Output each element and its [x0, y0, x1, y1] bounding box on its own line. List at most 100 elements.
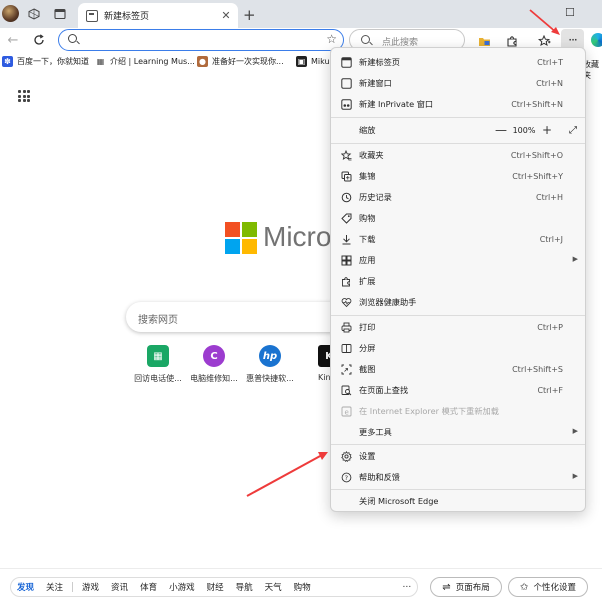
site-icon: ▣	[296, 56, 307, 67]
menu-label: 打印	[359, 322, 376, 332]
page-search-input[interactable]: 搜索网页	[126, 302, 346, 332]
heart-pulse-icon	[340, 296, 352, 308]
favorite-item[interactable]: ● 准备好一次实现你...	[197, 56, 284, 67]
quick-link-label: 回访电话使...	[134, 374, 182, 383]
menu-item-split-screen[interactable]: 分屏	[331, 338, 587, 358]
menu-item-shopping[interactable]: 购物	[331, 208, 587, 228]
add-favorite-star-icon[interactable]: ☆	[326, 32, 337, 46]
menu-item-favorites[interactable]: 收藏夹 Ctrl+Shift+O	[331, 145, 587, 165]
gear-icon	[340, 450, 352, 462]
menu-label: 在页面上查找	[359, 385, 409, 395]
site-icon: ●	[197, 56, 208, 67]
microsoft-wordmark: Micro	[263, 221, 332, 252]
collections-icon	[340, 170, 352, 182]
back-arrow-icon[interactable]: ←	[5, 32, 21, 48]
menu-item-close-edge[interactable]: 关闭 Microsoft Edge	[331, 491, 587, 511]
menu-item-apps[interactable]: 应用 ▶	[331, 250, 587, 270]
menu-item-zoom: 缩放 — 100% + ⤢	[331, 120, 587, 140]
menu-item-screenshot[interactable]: 截图 Ctrl+Shift+S	[331, 359, 587, 379]
feed-tab[interactable]: 小游戏	[163, 581, 201, 593]
feed-tab[interactable]: 资讯	[105, 581, 134, 593]
edge-copilot-icon[interactable]	[591, 33, 602, 47]
submenu-chevron-icon: ▶	[572, 255, 578, 263]
tab-new-tab[interactable]: 新建标签页 ✕	[78, 3, 238, 28]
screenshot-icon	[340, 363, 352, 375]
search-icon	[361, 35, 370, 44]
menu-shortcut: Ctrl+Shift+S	[512, 364, 563, 374]
menu-shortcut: Ctrl+Shift+Y	[512, 171, 563, 181]
menu-item-new-inprivate[interactable]: 新建 InPrivate 窗口 Ctrl+Shift+N	[331, 94, 587, 114]
apps-launcher-icon[interactable]	[18, 90, 30, 102]
feed-tab[interactable]: 关注	[40, 581, 69, 593]
menu-label: 浏览器健康助手	[359, 297, 417, 307]
favorite-item[interactable]: ✽ 百度一下，你就知道	[2, 56, 89, 67]
tab-title: 新建标签页	[104, 12, 150, 22]
menu-shortcut: Ctrl+Shift+N	[511, 99, 563, 109]
svg-text:?: ?	[344, 474, 347, 482]
search-icon	[68, 34, 77, 43]
feed-tab[interactable]: 购物	[288, 581, 317, 593]
feed-tab[interactable]: 导航	[230, 581, 259, 593]
fullscreen-icon[interactable]: ⤢	[555, 125, 577, 136]
folder-icon: ▦	[95, 56, 106, 67]
quick-link[interactable]: C 电脑维修知...	[189, 345, 239, 384]
feed-tab[interactable]: 发现	[11, 581, 40, 593]
menu-item-settings[interactable]: 设置	[331, 446, 587, 466]
settings-and-more-menu: 新建标签页 Ctrl+T 新建窗口 Ctrl+N 新建 InPrivate 窗口…	[330, 47, 586, 512]
quick-link-label: Kin	[318, 373, 331, 382]
personalize-button[interactable]: ✩ 个性化设置	[508, 577, 588, 597]
menu-item-ie-mode: e 在 Internet Explorer 模式下重新加载	[331, 401, 587, 421]
menu-shortcut: Ctrl+J	[539, 234, 563, 244]
personalize-label: 个性化设置	[533, 583, 576, 593]
tab-actions-icon[interactable]	[52, 6, 68, 22]
menu-item-more-tools[interactable]: 更多工具 ▶	[331, 422, 587, 442]
page-layout-button[interactable]: ⇌ 页面布局	[430, 577, 502, 597]
more-feed-tabs-icon[interactable]: ⋯	[397, 582, 418, 592]
menu-label: 收藏夹	[359, 150, 384, 160]
quick-link[interactable]: ▦ 回访电话使...	[133, 345, 183, 384]
sliders-icon: ⇌	[442, 581, 451, 593]
workspaces-icon[interactable]	[26, 6, 42, 22]
refresh-icon[interactable]	[31, 32, 47, 48]
close-tab-icon[interactable]: ✕	[218, 9, 234, 22]
menu-item-downloads[interactable]: 下载 Ctrl+J	[331, 229, 587, 249]
zoom-out-button[interactable]: —	[493, 123, 509, 137]
menu-item-collections[interactable]: 集锦 Ctrl+Shift+Y	[331, 166, 587, 186]
favorite-item[interactable]: ▦ 介绍 | Learning Mus...	[95, 56, 195, 67]
extensions-icon	[340, 275, 352, 287]
feed-tab[interactable]: 天气	[259, 581, 288, 593]
address-bar[interactable]: ☆	[58, 29, 344, 51]
menu-item-new-tab[interactable]: 新建标签页 Ctrl+T	[331, 52, 587, 72]
zoom-in-button[interactable]: +	[539, 123, 555, 137]
menu-item-browser-health[interactable]: 浏览器健康助手	[331, 292, 587, 312]
menu-item-extensions[interactable]: 扩展	[331, 271, 587, 291]
zoom-level: 100%	[512, 125, 536, 135]
ie-mode-icon: e	[340, 405, 352, 417]
menu-item-history[interactable]: 历史记录 Ctrl+H	[331, 187, 587, 207]
menu-shortcut: Ctrl+Shift+O	[510, 150, 563, 160]
favorite-label: 百度一下，你就知道	[17, 57, 89, 66]
hp-icon: hp	[259, 345, 281, 367]
quick-link[interactable]: K Kin	[301, 345, 340, 382]
feed-tab[interactable]: 体育	[134, 581, 163, 593]
feed-tab[interactable]: 游戏	[76, 581, 105, 593]
menu-separator	[331, 315, 585, 316]
menu-item-find-on-page[interactable]: 在页面上查找 Ctrl+F	[331, 380, 587, 400]
menu-item-print[interactable]: 打印 Ctrl+P	[331, 317, 587, 337]
feed-tab[interactable]: 财经	[201, 581, 230, 593]
inprivate-icon	[340, 98, 352, 110]
new-tab-button[interactable]: +	[243, 6, 256, 24]
submenu-chevron-icon: ▶	[572, 472, 578, 480]
menu-label: 分屏	[359, 343, 376, 353]
favorite-item[interactable]: ▣ Miku	[296, 56, 330, 67]
feed-tab-separator	[72, 582, 74, 592]
profile-avatar[interactable]	[2, 5, 19, 22]
menu-item-new-window[interactable]: 新建窗口 Ctrl+N	[331, 73, 587, 93]
menu-label: 新建标签页	[359, 57, 400, 67]
menu-item-help-feedback[interactable]: ? 帮助和反馈 ▶	[331, 467, 587, 487]
menu-label: 截图	[359, 364, 376, 374]
restore-window-button[interactable]: ☐	[565, 6, 575, 19]
quick-link[interactable]: hp 惠普快捷软...	[245, 345, 295, 384]
favorites-icon	[340, 149, 352, 161]
menu-shortcut: Ctrl+T	[537, 57, 563, 67]
